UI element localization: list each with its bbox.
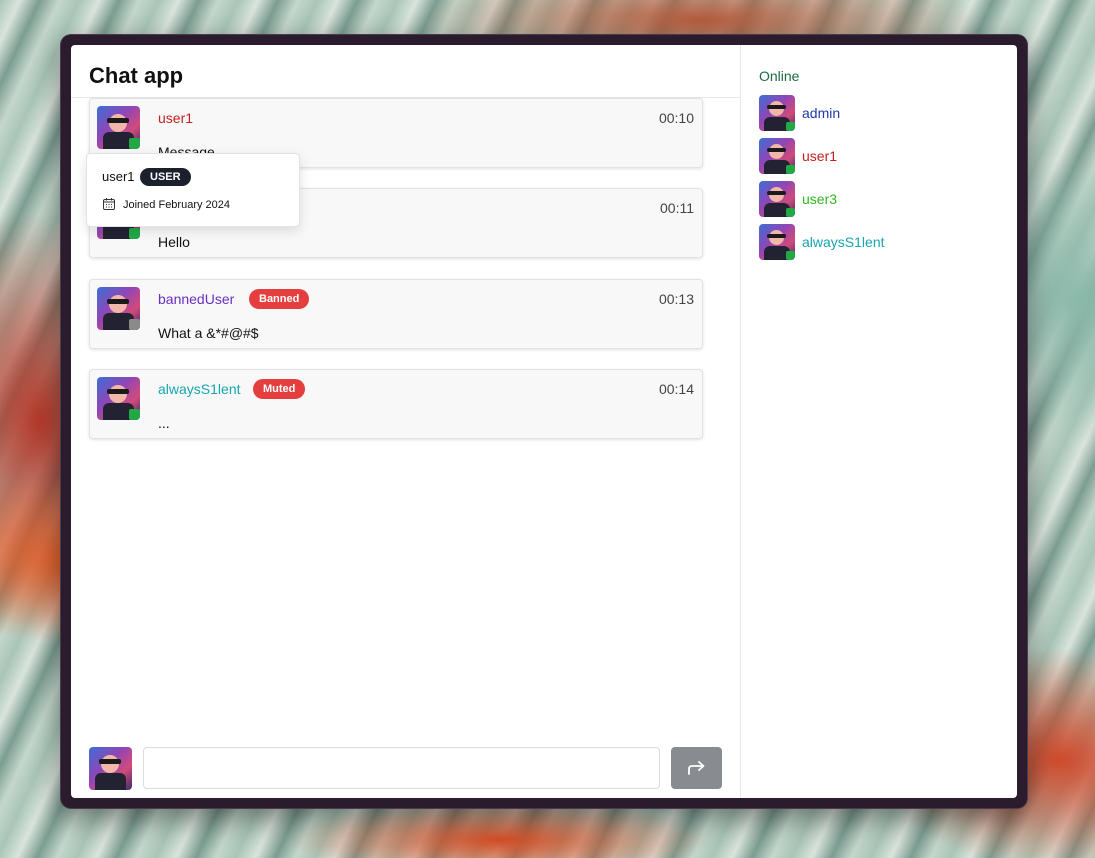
avatar xyxy=(759,138,795,174)
avatar xyxy=(759,95,795,131)
popover-username: user1 xyxy=(102,169,135,184)
send-button[interactable] xyxy=(671,747,722,789)
message-username[interactable]: bannedUser xyxy=(158,291,234,307)
chat-app: Chat app user1 00:10 Message 00:11 Hello… xyxy=(71,45,1017,798)
online-username: admin xyxy=(802,105,841,121)
avatar[interactable] xyxy=(97,106,140,149)
chat-main: Chat app user1 00:10 Message 00:11 Hello… xyxy=(71,45,740,798)
message-time: 00:10 xyxy=(658,110,694,126)
role-badge: USER xyxy=(140,168,191,186)
message-username[interactable]: user1 xyxy=(158,110,193,126)
joined-date: Joined February 2024 xyxy=(123,199,231,211)
online-username: alwaysS1lent xyxy=(802,234,885,250)
message-text: ... xyxy=(158,415,170,431)
online-status-icon xyxy=(129,138,140,149)
online-heading: Online xyxy=(759,68,800,84)
online-status-icon xyxy=(786,122,795,131)
message-username[interactable]: alwaysS1lent xyxy=(158,381,241,397)
muted-badge: Muted xyxy=(253,379,306,399)
message-time: 00:11 xyxy=(660,200,694,216)
online-user-item[interactable]: user1 xyxy=(759,138,999,174)
online-status-icon xyxy=(786,165,795,174)
avatar xyxy=(759,224,795,260)
online-user-item[interactable]: admin xyxy=(759,95,999,131)
online-sidebar: Online admin user1 user3 alwaysS1lent xyxy=(741,45,1017,798)
online-username: user1 xyxy=(802,148,838,164)
online-status-icon xyxy=(129,228,140,239)
message-time: 00:13 xyxy=(658,291,694,307)
avatar[interactable] xyxy=(97,377,140,420)
message-time: 00:14 xyxy=(658,381,694,397)
calendar-icon xyxy=(103,198,115,210)
online-user-item[interactable]: alwaysS1lent xyxy=(759,224,999,260)
user-popover: user1 USER Joined February 2024 xyxy=(86,153,300,227)
message-text: Hello xyxy=(158,234,190,250)
app-window: Chat app user1 00:10 Message 00:11 Hello… xyxy=(61,35,1027,808)
online-status-icon xyxy=(129,409,140,420)
offline-status-icon xyxy=(129,319,140,330)
online-status-icon xyxy=(786,208,795,217)
online-user-item[interactable]: user3 xyxy=(759,181,999,217)
online-status-icon xyxy=(786,251,795,260)
forward-arrow-icon xyxy=(687,761,704,775)
current-user-avatar[interactable] xyxy=(89,747,132,790)
message-input[interactable] xyxy=(143,747,660,789)
avatar[interactable] xyxy=(97,287,140,330)
message-text: What a &*#@#$ xyxy=(158,325,259,341)
online-username: user3 xyxy=(802,191,838,207)
avatar xyxy=(759,181,795,217)
message-item: alwaysS1lent Muted 00:14 ... xyxy=(89,369,703,439)
banned-badge: Banned xyxy=(249,289,310,309)
message-item: bannedUser Banned 00:13 What a &*#@#$ xyxy=(89,279,703,349)
page-title: Chat app xyxy=(89,63,184,88)
